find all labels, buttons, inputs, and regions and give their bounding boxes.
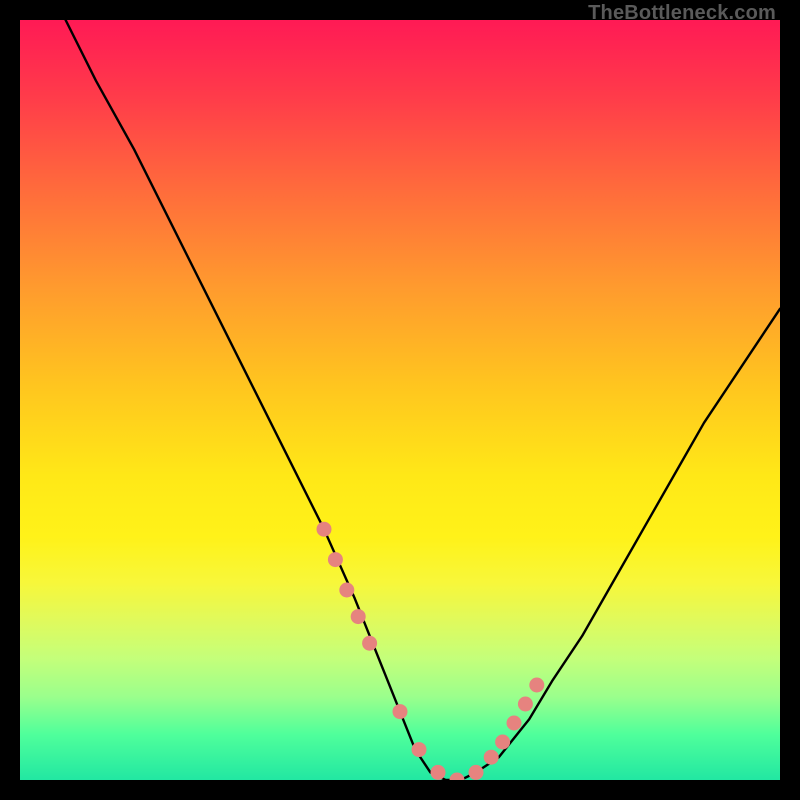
highlight-dot (328, 552, 343, 567)
chart-overlay (20, 20, 780, 780)
highlight-dot (339, 583, 354, 598)
highlight-dot (518, 697, 533, 712)
highlight-dot (393, 704, 408, 719)
highlight-dot (450, 773, 465, 781)
highlight-dot (317, 522, 332, 537)
highlight-dot (469, 765, 484, 780)
highlight-dot (495, 735, 510, 750)
highlight-dot (351, 609, 366, 624)
highlight-dot (529, 678, 544, 693)
chart-frame: TheBottleneck.com (0, 0, 800, 800)
highlight-dot (412, 742, 427, 757)
highlight-dot (362, 636, 377, 651)
bottleneck-curve (66, 20, 780, 780)
highlight-dot (484, 750, 499, 765)
highlight-dot (507, 716, 522, 731)
highlight-dot (431, 765, 446, 780)
